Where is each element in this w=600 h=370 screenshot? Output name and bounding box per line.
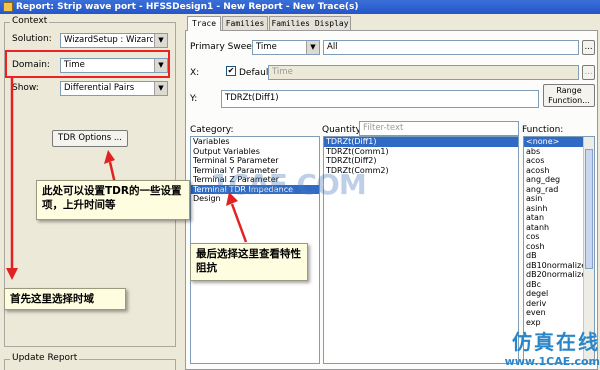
tdr-options-callout: 此处可以设置TDR的一些设置项，上升时间等 [36, 180, 190, 220]
domain-callout: 首先这里选择时域 [4, 288, 126, 310]
impedance-arrow-line [230, 203, 248, 243]
brand-url: www.1CAE.com [504, 355, 600, 368]
brand-name: 仿真在线 [512, 330, 600, 354]
impedance-callout: 最后选择这里查看特性阻抗 [190, 243, 308, 281]
domain-arrow-head [6, 268, 18, 280]
impedance-arrow-head [226, 192, 238, 206]
tdr-arrow-head [104, 150, 115, 164]
brand-logo: 仿真在线 www.1CAE.com [470, 326, 600, 370]
